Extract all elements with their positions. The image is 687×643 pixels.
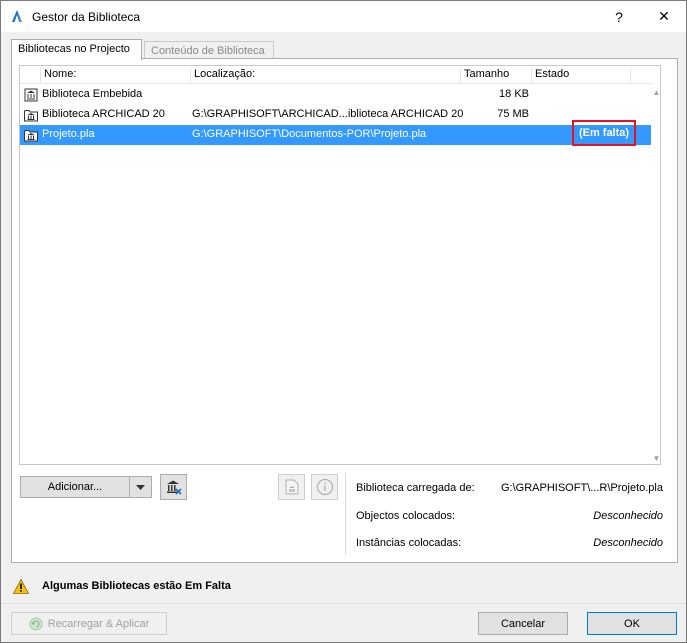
library-list[interactable]: Nome: Localização: Tamanho Estado Biblio…	[19, 65, 661, 465]
row-name: Biblioteca ARCHICAD 20	[42, 108, 165, 120]
placed-objects-value: Desconhecido	[593, 510, 663, 522]
list-row[interactable]: Biblioteca Embebida 18 KB	[20, 85, 651, 105]
row-status: (Em falta)	[578, 127, 630, 139]
column-header-name[interactable]: Nome:	[40, 68, 190, 84]
library-file-icon	[285, 479, 298, 495]
library-manager-window: Gestor da Biblioteca ? ✕ Bibliotecas no …	[0, 0, 687, 643]
embedded-library-icon	[24, 88, 38, 102]
info-icon	[316, 478, 333, 496]
library-folder-icon	[24, 130, 38, 142]
reload-icon	[29, 617, 43, 630]
placed-instances-value: Desconhecido	[593, 537, 663, 549]
loaded-from-label: Biblioteca carregada de:	[356, 482, 475, 494]
missing-status-highlight: (Em falta)	[572, 120, 636, 146]
info-button[interactable]	[311, 474, 338, 500]
row-size: 75 MB	[497, 108, 529, 120]
cancel-label: Cancelar	[500, 617, 546, 630]
warning-icon	[13, 579, 29, 594]
list-row[interactable]: Biblioteca ARCHICAD 20 G:\GRAPHISOFT\ARC…	[20, 105, 651, 125]
tab-panel: Nome: Localização: Tamanho Estado Biblio…	[11, 58, 678, 563]
close-button[interactable]: ✕	[644, 1, 684, 32]
footer-divider	[1, 603, 686, 604]
title-bar: Gestor da Biblioteca ? ✕	[1, 1, 686, 32]
help-button[interactable]: ?	[599, 1, 639, 32]
tab-libraries-in-project[interactable]: Bibliotecas no Projecto	[11, 39, 142, 60]
ok-button[interactable]: OK	[587, 612, 677, 635]
chevron-down-icon	[136, 484, 145, 490]
scroll-up-icon[interactable]: ▲	[652, 88, 660, 97]
tab-label: Bibliotecas no Projecto	[18, 43, 130, 55]
row-name: Projeto.pla	[42, 128, 95, 140]
row-size: 18 KB	[499, 88, 529, 100]
column-header-location[interactable]: Localização:	[190, 68, 460, 84]
tab-label: Conteúdo de Biblioteca	[151, 45, 265, 57]
column-header-spacer	[630, 68, 651, 84]
column-header-status[interactable]: Estado	[531, 68, 630, 84]
add-library-button[interactable]: Adicionar...	[20, 476, 130, 498]
row-location: G:\GRAPHISOFT\Documentos-POR\Projeto.pla	[192, 128, 427, 140]
cancel-button[interactable]: Cancelar	[478, 612, 568, 635]
placed-instances-label: Instâncias colocadas:	[356, 537, 462, 549]
placed-objects-label: Objectos colocados:	[356, 510, 456, 522]
list-row-selected[interactable]: Projeto.pla G:\GRAPHISOFT\Documentos-POR…	[20, 120, 651, 146]
list-scrollbar[interactable]: ▲ ▼	[651, 66, 660, 464]
add-button-label: Adicionar...	[47, 481, 103, 493]
window-title: Gestor da Biblioteca	[32, 10, 141, 24]
loaded-from-value: G:\GRAPHISOFT\...R\Projeto.pla	[501, 482, 663, 494]
list-header: Nome: Localização: Tamanho Estado	[20, 66, 651, 84]
add-dropdown-button[interactable]	[129, 476, 152, 498]
column-header-size[interactable]: Tamanho	[460, 68, 531, 84]
reload-apply-button[interactable]: Recarregar & Aplicar	[11, 612, 167, 635]
archicad-app-icon	[12, 10, 22, 22]
library-folder-icon	[24, 110, 38, 122]
ok-label: OK	[624, 617, 640, 630]
reload-apply-label: Recarregar & Aplicar	[47, 617, 150, 630]
remove-library-button[interactable]	[160, 474, 187, 500]
warning-text: Algumas Bibliotecas estão Em Falta	[42, 580, 231, 592]
remove-library-icon	[166, 480, 182, 495]
close-icon: ✕	[658, 8, 670, 24]
scroll-down-icon[interactable]: ▼	[652, 454, 660, 463]
help-icon: ?	[615, 8, 623, 25]
tab-library-content[interactable]: Conteúdo de Biblioteca	[144, 41, 274, 59]
open-library-file-button[interactable]	[278, 474, 305, 500]
row-name: Biblioteca Embebida	[42, 88, 143, 100]
row-location: G:\GRAPHISOFT\ARCHICAD...iblioteca ARCHI…	[192, 108, 464, 120]
panel-divider	[345, 473, 346, 555]
